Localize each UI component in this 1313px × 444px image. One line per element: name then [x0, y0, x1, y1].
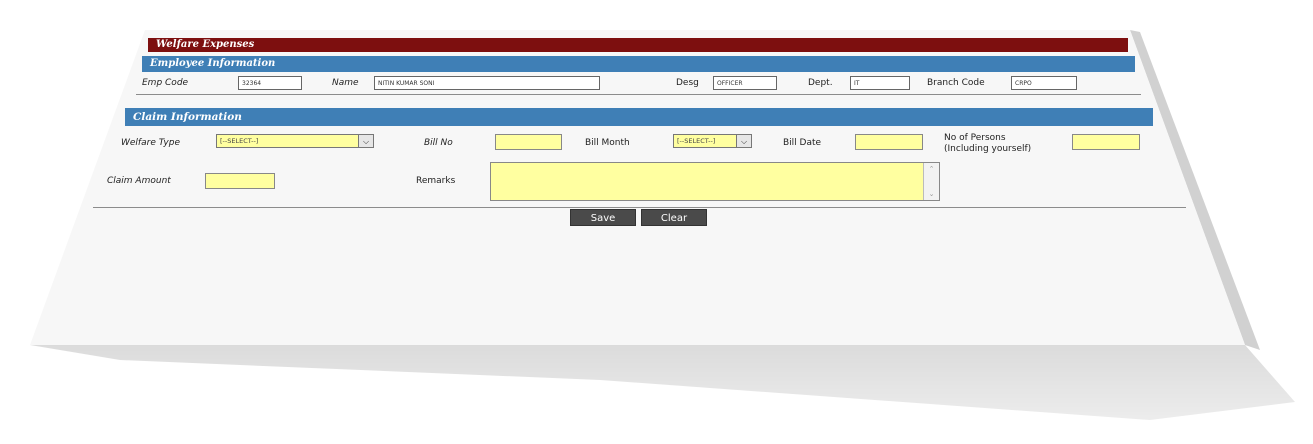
claim-amount-label: Claim Amount — [107, 176, 171, 186]
bill-no-label: Bill No — [424, 138, 453, 148]
scroll-down-icon[interactable]: ⌄ — [924, 190, 939, 198]
claim-section-header: Claim Information — [125, 108, 1153, 126]
dept-field[interactable]: IT — [850, 76, 910, 90]
employee-divider — [136, 94, 1141, 95]
emp-code-label: Emp Code — [142, 78, 189, 88]
desg-field[interactable]: OFFICER — [713, 76, 777, 90]
chevron-down-icon[interactable]: ⌵ — [358, 135, 373, 147]
scroll-up-icon[interactable]: ⌃ — [924, 165, 939, 173]
desg-label: Desg — [676, 78, 699, 88]
bill-month-select[interactable]: [--SELECT--] ⌵ — [673, 134, 752, 148]
save-button[interactable]: Save — [570, 209, 636, 226]
chevron-down-icon[interactable]: ⌵ — [736, 135, 751, 147]
bill-date-label: Bill Date — [783, 138, 822, 148]
screen: Welfare Expenses Employee Information Em… — [0, 0, 1313, 444]
claim-divider — [93, 207, 1186, 208]
welfare-type-select[interactable]: [--SELECT--] ⌵ — [216, 134, 374, 148]
remarks-textarea[interactable]: ⌃ ⌄ — [490, 162, 940, 201]
bill-month-value: [--SELECT--] — [677, 137, 716, 145]
branch-code-label: Branch Code — [927, 78, 985, 88]
bill-no-input[interactable] — [495, 134, 562, 150]
bill-date-input[interactable] — [855, 134, 923, 150]
clear-button[interactable]: Clear — [641, 209, 707, 226]
remarks-scrollbar[interactable]: ⌃ ⌄ — [923, 163, 939, 200]
bill-month-label: Bill Month — [585, 138, 630, 148]
welfare-type-value: [--SELECT--] — [220, 137, 259, 145]
claim-amount-input[interactable] — [205, 173, 275, 189]
emp-code-field[interactable]: 32364 — [238, 76, 302, 90]
employee-section-header: Employee Information — [142, 56, 1135, 72]
persons-label-note: (Including yourself) — [944, 144, 1032, 154]
page-title: Welfare Expenses — [148, 38, 1128, 52]
remarks-label: Remarks — [416, 176, 456, 186]
branch-code-field[interactable]: CRPO — [1011, 76, 1077, 90]
name-field[interactable]: NITIN KUMAR SONI — [374, 76, 600, 90]
persons-input[interactable] — [1072, 134, 1140, 150]
name-label: Name — [332, 78, 359, 88]
welfare-type-label: Welfare Type — [121, 138, 181, 148]
dept-label: Dept. — [808, 78, 833, 88]
